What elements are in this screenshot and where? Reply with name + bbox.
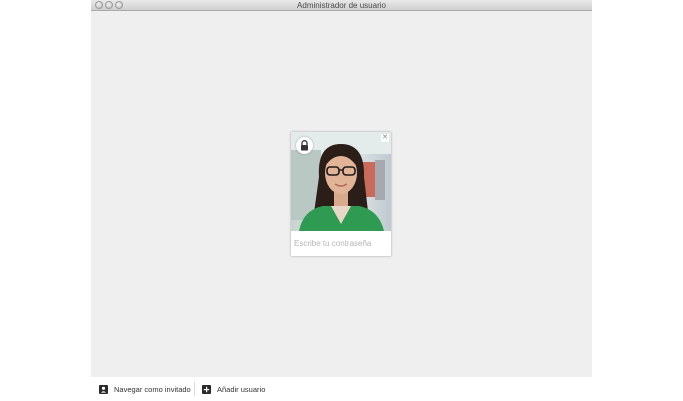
title-bar[interactable]: Administrador de usuario [91,0,592,11]
close-icon[interactable]: ✕ [381,134,389,142]
bottom-bar-divider [194,382,195,396]
user-area: ✕ [91,11,592,377]
bottom-bar: Navegar como invitado Añadir usuario [91,377,592,401]
user-pod[interactable]: ✕ [291,132,391,256]
add-user-button[interactable]: Añadir usuario [202,383,265,395]
user-avatar[interactable]: ✕ [291,132,391,231]
browse-as-guest-button[interactable]: Navegar como invitado [99,383,191,395]
password-input[interactable] [294,234,388,252]
plus-icon [202,384,211,394]
person-icon [99,384,108,394]
user-manager-window: Administrador de usuario ✕ Navegar como … [91,0,592,401]
lock-icon [296,137,313,154]
window-title: Administrador de usuario [297,1,386,10]
browse-as-guest-label: Navegar como invitado [114,384,191,394]
add-user-label: Añadir usuario [217,384,266,394]
